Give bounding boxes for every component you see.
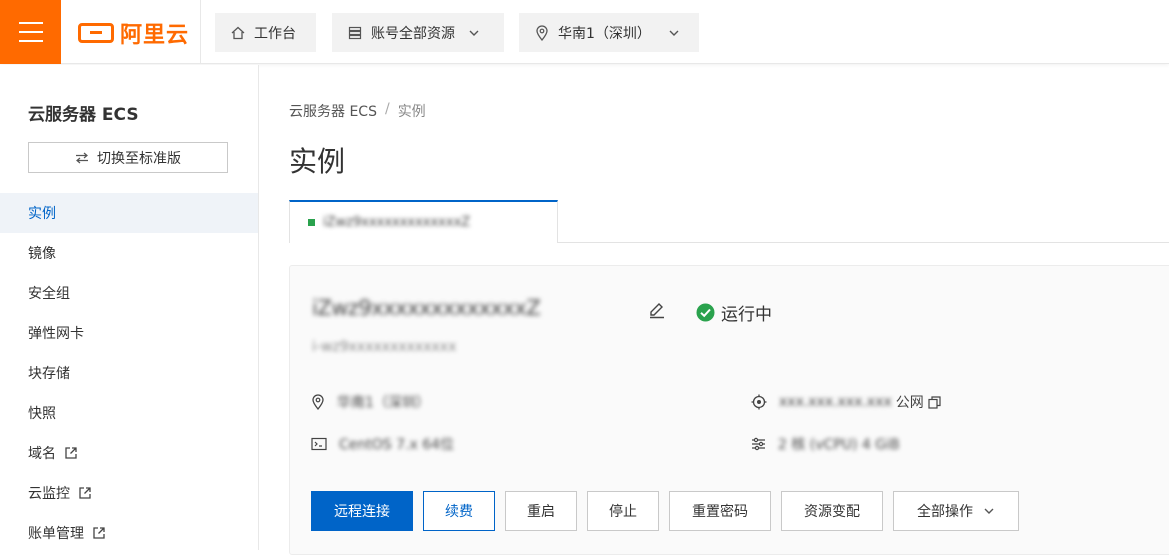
button-label: 续费 — [445, 504, 473, 520]
status-text: 运行中 — [721, 305, 772, 325]
zone-value: 华南1（深圳） — [337, 395, 430, 411]
sidebar-nav: 实例镜像安全组弹性网卡块存储快照域名云监控账单管理 — [0, 193, 258, 553]
public-ip-label: 公网 — [895, 395, 924, 411]
public-ip-info: xxx.xxx.xxx.xxx 公网 — [751, 392, 941, 412]
target-icon — [751, 394, 767, 410]
instance-name: iZwz9xxxxxxxxxxxxxZ — [312, 296, 541, 320]
reset-password-button[interactable]: 重置密码 — [669, 491, 771, 531]
menu-icon[interactable] — [0, 0, 61, 64]
sidebar-item-label: 实例 — [28, 206, 56, 222]
sidebar-item[interactable]: 域名 — [0, 433, 258, 473]
sidebar-item[interactable]: 实例 — [0, 193, 258, 233]
sidebar-item-label: 弹性网卡 — [28, 326, 84, 342]
sidebar-item-label: 镜像 — [28, 246, 56, 262]
region-selector[interactable]: 华南1（深圳） — [519, 13, 699, 52]
external-link-icon — [93, 527, 105, 539]
sidebar-item[interactable]: 安全组 — [0, 273, 258, 313]
sidebar-item[interactable]: 账单管理 — [0, 513, 258, 553]
chevron-down-icon — [669, 30, 679, 36]
remote-connect-button[interactable]: 远程连接 — [311, 491, 413, 531]
breadcrumb-ecs[interactable]: 云服务器 ECS — [289, 101, 377, 121]
swap-icon — [76, 152, 88, 163]
os-value: CentOS 7.x 64位 — [339, 437, 455, 453]
status-dot — [308, 219, 315, 226]
check-circle-icon — [696, 303, 715, 322]
public-ip-value: xxx.xxx.xxx.xxx — [779, 394, 892, 410]
tab-instance[interactable]: iZwz9xxxxxxxxxxxxxZ — [289, 200, 558, 243]
location-icon — [312, 394, 324, 410]
breadcrumb-separator: / — [384, 101, 390, 117]
instance-id: i-wz9xxxxxxxxxxxxx — [312, 339, 457, 355]
sidebar-item[interactable]: 云监控 — [0, 473, 258, 513]
home-icon — [231, 26, 245, 39]
switch-version-button[interactable]: 切换至标准版 — [28, 142, 228, 173]
copy-icon[interactable] — [928, 395, 941, 409]
divider — [200, 0, 201, 64]
sidebar-item-label: 域名 — [28, 446, 56, 462]
edit-icon[interactable] — [648, 301, 666, 319]
resource-label: 账号全部资源 — [371, 25, 455, 42]
sidebar-item-label: 块存储 — [28, 366, 70, 382]
aliyun-logo-mark — [78, 23, 114, 43]
sidebar-item-label: 安全组 — [28, 286, 70, 302]
button-label: 停止 — [609, 504, 637, 520]
external-link-icon — [79, 487, 91, 499]
chevron-down-icon — [984, 508, 994, 514]
sidebar-item-label: 账单管理 — [28, 526, 84, 542]
renew-button[interactable]: 续费 — [423, 491, 495, 531]
tab-divider — [558, 242, 1169, 243]
breadcrumb: 云服务器 ECS / 实例 — [289, 101, 426, 121]
sidebar-item-label: 云监控 — [28, 486, 70, 502]
status-badge: 运行中 — [696, 300, 772, 325]
stop-button[interactable]: 停止 — [587, 491, 659, 531]
aliyun-logo[interactable]: 阿里云 — [78, 19, 190, 48]
action-bar: 远程连接 续费 重启 停止 重置密码 资源变配 全部操作 — [311, 491, 1019, 531]
button-label: 重启 — [527, 504, 555, 520]
zone-info: 华南1（深圳） — [311, 392, 430, 412]
chevron-down-icon — [469, 30, 479, 36]
top-navigation-bar: 阿里云 工作台 账号全部资源 华南1（深圳） — [0, 0, 1169, 64]
sliders-icon — [752, 437, 765, 451]
restart-button[interactable]: 重启 — [505, 491, 577, 531]
region-label: 华南1（深圳） — [558, 25, 651, 42]
instance-card: iZwz9xxxxxxxxxxxxxZ 运行中 i-wz9xxxxxxxxxxx… — [289, 265, 1169, 555]
button-label: 重置密码 — [692, 504, 748, 520]
sidebar-item[interactable]: 弹性网卡 — [0, 313, 258, 353]
button-label: 全部操作 — [917, 504, 973, 520]
sidebar-title: 云服务器 ECS — [28, 105, 139, 125]
spec-value: 2 核 (vCPU) 4 GiB — [778, 437, 900, 453]
sidebar-item-label: 快照 — [28, 406, 56, 422]
os-info: CentOS 7.x 64位 — [311, 434, 454, 454]
resource-selector[interactable]: 账号全部资源 — [332, 13, 504, 52]
button-label: 资源变配 — [804, 504, 860, 520]
location-icon — [536, 24, 548, 41]
system-icon — [311, 437, 327, 451]
change-config-button[interactable]: 资源变配 — [781, 491, 883, 531]
button-label: 远程连接 — [334, 504, 390, 520]
breadcrumb-current: 实例 — [397, 104, 426, 120]
sidebar-item[interactable]: 镜像 — [0, 233, 258, 273]
spec-info: 2 核 (vCPU) 4 GiB — [751, 434, 900, 454]
logo-text: 阿里云 — [120, 23, 190, 48]
external-link-icon — [65, 447, 77, 459]
tab-label: iZwz9xxxxxxxxxxxxxZ — [323, 215, 471, 230]
all-actions-dropdown[interactable]: 全部操作 — [893, 491, 1019, 531]
sidebar: 云服务器 ECS 切换至标准版 实例镜像安全组弹性网卡块存储快照域名云监控账单管… — [0, 65, 259, 550]
switch-version-label: 切换至标准版 — [97, 150, 181, 167]
sidebar-item[interactable]: 块存储 — [0, 353, 258, 393]
stack-icon — [348, 26, 362, 39]
workbench-button[interactable]: 工作台 — [215, 13, 316, 52]
page-title: 实例 — [289, 145, 346, 178]
workbench-label: 工作台 — [254, 25, 296, 42]
sidebar-item[interactable]: 快照 — [0, 393, 258, 433]
